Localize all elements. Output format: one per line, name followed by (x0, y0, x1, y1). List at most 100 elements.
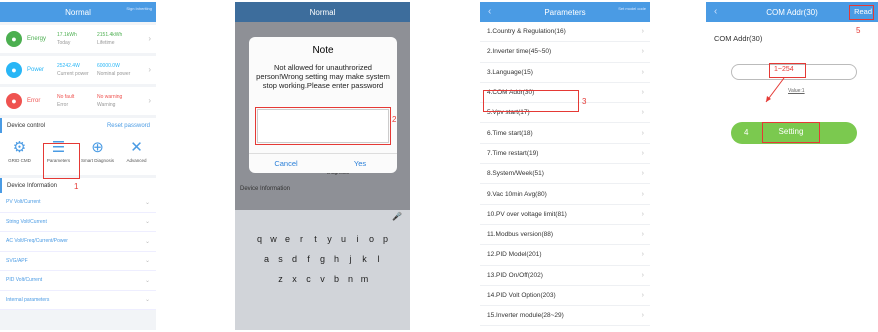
yes-button[interactable]: Yes (323, 154, 397, 173)
error-icon: ● (6, 93, 22, 109)
back-icon[interactable]: ‹ (488, 6, 491, 17)
chevron-down-icon: ⌄ (144, 238, 150, 245)
stat-label: Energy (27, 36, 47, 42)
chevron-down-icon: ⌄ (144, 219, 150, 226)
key[interactable]: k (358, 254, 372, 264)
info-row[interactable]: SVG/APF ⌄ (0, 251, 156, 271)
chevron-right-icon: › (148, 65, 151, 74)
mic-icon[interactable]: 🎤 (235, 210, 410, 224)
device-control-header: Device control Reset password (0, 118, 156, 133)
info-row[interactable]: PID Volt/Current ⌄ (0, 271, 156, 291)
power-icon: ● (6, 62, 22, 78)
highlight-password (255, 107, 391, 145)
header-right-label[interactable]: Sign Inheriting (122, 6, 152, 11)
key[interactable]: p (379, 234, 393, 244)
info-row[interactable]: String Volt/Current ⌄ (0, 212, 156, 232)
stat-row[interactable]: ● Energy 17.1kWh Today 2151.4kWh Lifetime … (0, 25, 156, 53)
stat-value-2: No warning Warning (97, 94, 123, 108)
dialog-title: Note (312, 45, 334, 56)
header: Normal Sign Inheriting (0, 2, 156, 22)
background-section-label: Device Information (240, 186, 291, 192)
password-dialog: Note Not allowed for unauthrorized perso… (249, 37, 397, 173)
parameter-item[interactable]: 11.Modbus version(88) › (480, 225, 650, 246)
advanced-button[interactable]: ✕ Advanced (117, 138, 156, 175)
chevron-right-icon: › (641, 89, 644, 97)
parameter-item[interactable]: 12.PID Model(201) › (480, 245, 650, 266)
key[interactable]: u (337, 234, 351, 244)
stat-value-2: 60000.0W Nominal power (97, 63, 131, 77)
smart-diagnosis-button[interactable]: ⊕ Smart Diagnosis (78, 138, 117, 175)
chevron-down-icon: ⌄ (144, 297, 150, 304)
parameter-item[interactable]: 9.Vac 10min Avg(80) › (480, 184, 650, 205)
key[interactable]: g (316, 254, 330, 264)
info-row[interactable]: Internal parameters ⌄ (0, 290, 156, 310)
info-row[interactable]: AC Volt/Freq/Current/Power ⌄ (0, 232, 156, 252)
parameter-item[interactable]: 14.PID Volt Option(203) › (480, 286, 650, 307)
parameter-item[interactable]: 1.Country & Regulation(16) › (480, 22, 650, 43)
cancel-button[interactable]: Cancel (249, 154, 323, 173)
stat-value-1: 17.1kWh Today (57, 32, 77, 46)
stat-row[interactable]: ● Power 25242.4W Current power 60000.0W No… (0, 56, 156, 84)
range-placeholder: 1~254 (774, 66, 794, 73)
page-title: COM Addr(30) (766, 7, 818, 17)
phone-parameters-list: ‹ Parameters Set model code 1.Country & … (480, 2, 650, 330)
key[interactable]: q (253, 234, 267, 244)
keyboard: 🎤 qwertyuiop asdfghjkl zxcvbnm (235, 210, 410, 330)
diagnosis-icon: ⊕ (91, 139, 104, 156)
highlight-com-addr (483, 90, 579, 112)
key[interactable]: a (260, 254, 274, 264)
key[interactable]: t (309, 234, 323, 244)
key[interactable]: f (302, 254, 316, 264)
phone-com-addr: ‹ COM Addr(30) Read 5 COM Addr(30) 1~254… (706, 2, 878, 330)
key[interactable]: y (323, 234, 337, 244)
parameter-item[interactable]: 15.Inverter module(28~29) › (480, 306, 650, 327)
parameter-item[interactable]: 7.Time restart(19) › (480, 144, 650, 165)
key[interactable]: s (274, 254, 288, 264)
chevron-right-icon: › (641, 251, 644, 259)
chevron-right-icon: › (641, 190, 644, 198)
step-number: 1 (74, 182, 79, 191)
step-number-setting: 4 (744, 128, 749, 137)
key[interactable]: c (302, 274, 316, 284)
grid-cmd-button[interactable]: ⚙ GRID CMD (0, 138, 39, 175)
key[interactable]: z (274, 274, 288, 284)
parameter-item[interactable]: 10.PV over voltage limit(81) › (480, 205, 650, 225)
parameter-item[interactable]: 8.System/Week(51) › (480, 164, 650, 185)
stat-value-1: No fault Error (57, 94, 75, 108)
key[interactable]: v (316, 274, 330, 284)
key[interactable]: h (330, 254, 344, 264)
key[interactable]: l (372, 254, 386, 264)
step-number: 5 (856, 26, 861, 35)
back-icon[interactable]: ‹ (714, 6, 717, 17)
key[interactable]: m (358, 274, 372, 284)
key[interactable]: b (330, 274, 344, 284)
parameter-item[interactable]: 3.Language(15) › (480, 63, 650, 83)
set-model-code-button[interactable]: Set model code (616, 6, 646, 11)
key[interactable]: o (365, 234, 379, 244)
parameter-item[interactable]: 6.Time start(18) › (480, 123, 650, 144)
device-control-label: Device control (7, 122, 46, 129)
key[interactable]: e (281, 234, 295, 244)
stat-row[interactable]: ● Error No fault Error No warning Warning … (0, 87, 156, 115)
chevron-right-icon: › (148, 34, 151, 43)
key[interactable]: i (351, 234, 365, 244)
info-row[interactable]: PV Volt/Current ⌄ (0, 193, 156, 213)
chevron-right-icon: › (641, 68, 644, 76)
chevron-down-icon: ⌄ (144, 277, 150, 284)
reset-password-link[interactable]: Reset password (107, 123, 150, 129)
key[interactable]: r (295, 234, 309, 244)
chevron-right-icon: › (641, 312, 644, 320)
page-title: Parameters (544, 7, 586, 17)
chevron-right-icon: › (641, 292, 644, 299)
key[interactable]: j (344, 254, 358, 264)
key[interactable]: w (267, 234, 281, 244)
chevron-right-icon: › (641, 149, 644, 157)
parameter-item[interactable]: 2.Inverter time(45~50) › (480, 42, 650, 63)
key[interactable]: n (344, 274, 358, 284)
key[interactable]: d (288, 254, 302, 264)
header: Normal (235, 2, 410, 22)
stat-label: Power (27, 67, 45, 73)
parameter-item[interactable]: 13.PID On/Off(202) › (480, 266, 650, 286)
dialog-buttons: Cancel Yes (249, 153, 397, 173)
key[interactable]: x (288, 274, 302, 284)
